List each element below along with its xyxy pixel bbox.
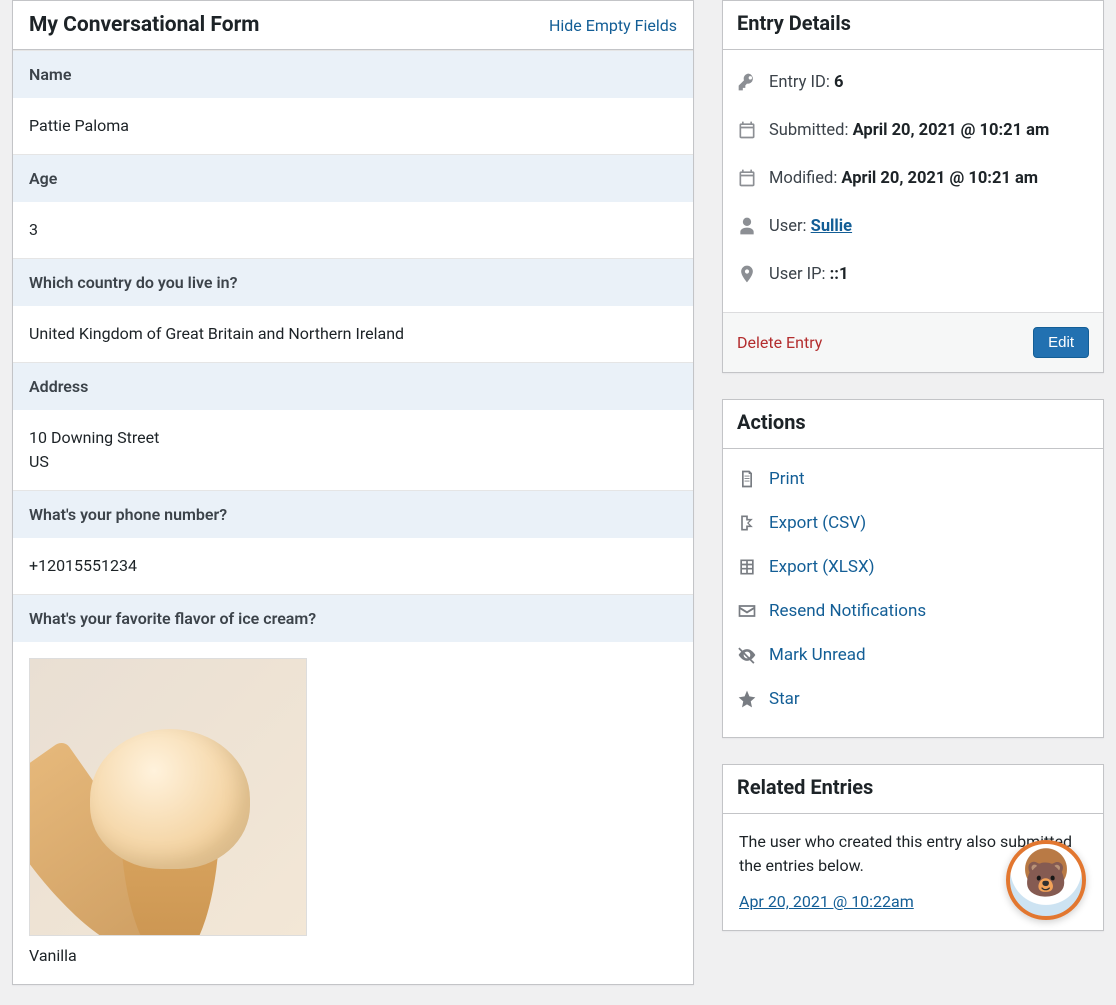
action-export-csv: Export (CSV) [737, 501, 1089, 545]
flavor-text: Vanilla [29, 946, 77, 965]
export-csv-link[interactable]: Export (CSV) [769, 513, 866, 533]
action-mark-unread: Mark Unread [737, 633, 1089, 677]
field-label-age: Age [13, 154, 693, 202]
related-entry-link[interactable]: Apr 20, 2021 @ 10:22am [739, 890, 914, 914]
user-label: User: [769, 217, 811, 236]
star-link[interactable]: Star [769, 689, 800, 709]
mark-unread-link[interactable]: Mark Unread [769, 645, 866, 665]
ip-value: ::1 [830, 265, 849, 284]
form-entry-panel: My Conversational Form Hide Empty Fields… [12, 0, 694, 985]
entry-details-panel: Entry Details Entry ID: 6 Submitted: Apr… [722, 0, 1104, 373]
location-icon [737, 264, 757, 284]
modified-value: April 20, 2021 @ 10:21 am [841, 169, 1038, 188]
export-xlsx-link[interactable]: Export (XLSX) [769, 557, 875, 577]
form-title: My Conversational Form [29, 13, 259, 37]
entry-id-label: Entry ID: [769, 73, 834, 92]
field-value-name: Pattie Paloma [13, 98, 693, 154]
user-row: User: Sullie [737, 202, 1089, 250]
hide-empty-fields-link[interactable]: Hide Empty Fields [549, 16, 677, 35]
calendar-icon [737, 168, 757, 188]
modified-label: Modified: [769, 169, 841, 188]
actions-title: Actions [723, 400, 1103, 449]
edit-button[interactable]: Edit [1033, 327, 1089, 358]
resend-link[interactable]: Resend Notifications [769, 601, 926, 621]
field-value-age: 3 [13, 202, 693, 258]
modified-row: Modified: April 20, 2021 @ 10:21 am [737, 154, 1089, 202]
eye-off-icon [737, 645, 757, 665]
export-icon [737, 513, 757, 533]
entry-details-title: Entry Details [723, 1, 1103, 50]
print-link[interactable]: Print [769, 469, 805, 489]
field-label-address: Address [13, 362, 693, 410]
user-link[interactable]: Sullie [811, 217, 852, 236]
address-line-2: US [29, 450, 677, 474]
entry-id-value: 6 [834, 73, 843, 92]
help-avatar-bubble[interactable]: 🐻 [1006, 840, 1086, 920]
field-value-address: 10 Downing Street US [13, 410, 693, 490]
field-label-country: Which country do you live in? [13, 258, 693, 306]
related-title: Related Entries [723, 765, 1103, 814]
form-panel-header: My Conversational Form Hide Empty Fields [13, 1, 693, 50]
field-value-country: United Kingdom of Great Britain and Nort… [13, 306, 693, 362]
field-label-flavor: What's your favorite flavor of ice cream… [13, 594, 693, 642]
action-export-xlsx: Export (XLSX) [737, 545, 1089, 589]
entry-details-footer: Delete Entry Edit [723, 312, 1103, 372]
user-icon [737, 216, 757, 236]
field-value-flavor: Vanilla [13, 642, 693, 984]
star-icon [737, 689, 757, 709]
address-line-1: 10 Downing Street [29, 426, 677, 450]
mail-icon [737, 601, 757, 621]
submitted-label: Submitted: [769, 121, 853, 140]
ip-row: User IP: ::1 [737, 250, 1089, 298]
submitted-row: Submitted: April 20, 2021 @ 10:21 am [737, 106, 1089, 154]
calendar-icon [737, 120, 757, 140]
spreadsheet-icon [737, 557, 757, 577]
key-icon [737, 72, 757, 92]
field-value-phone: +12015551234 [13, 538, 693, 594]
submitted-value: April 20, 2021 @ 10:21 am [853, 121, 1050, 140]
action-star: Star [737, 677, 1089, 721]
actions-panel: Actions Print Export (CSV) Export (XLSX)… [722, 399, 1104, 738]
document-icon [737, 469, 757, 489]
action-print: Print [737, 457, 1089, 501]
field-label-name: Name [13, 50, 693, 98]
field-label-phone: What's your phone number? [13, 490, 693, 538]
delete-entry-link[interactable]: Delete Entry [737, 333, 822, 352]
entry-id-row: Entry ID: 6 [737, 58, 1089, 106]
ip-label: User IP: [769, 265, 830, 284]
flavor-image[interactable] [29, 658, 307, 936]
action-resend: Resend Notifications [737, 589, 1089, 633]
